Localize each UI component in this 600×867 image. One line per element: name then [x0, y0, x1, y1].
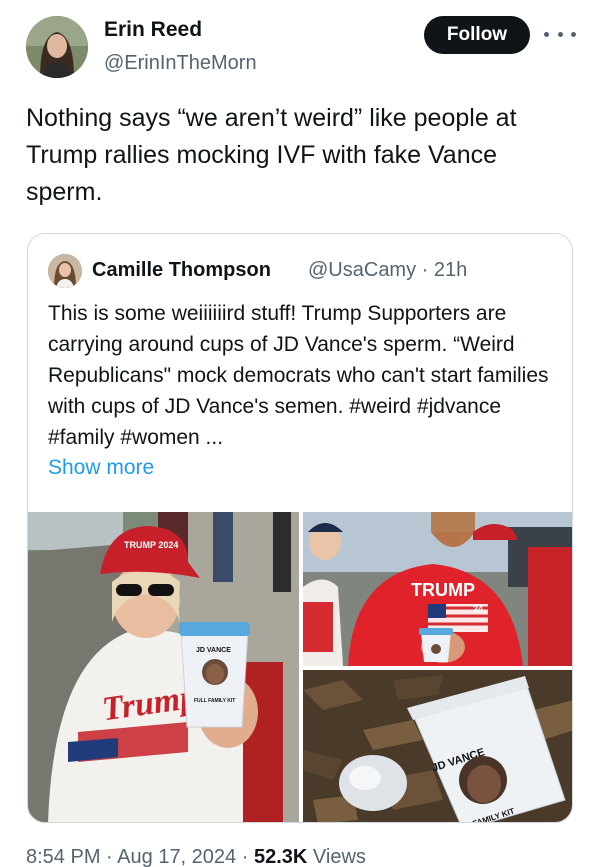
tweet-timestamp: 8:54 PM · Aug 17, 2024 · 52.3K Views — [26, 846, 366, 867]
cup-label: JD VANCE — [196, 647, 231, 654]
views-label: Views — [312, 846, 366, 867]
quoted-author-name[interactable]: Camille Thompson — [92, 259, 271, 282]
profile-photo-icon — [48, 254, 82, 288]
tweet-text: Nothing says “we aren’t weird” like peop… — [26, 104, 517, 206]
photo-3[interactable]: JD VANCE FAMILY KIT — [303, 670, 572, 822]
cup-on-mulch-photo: JD VANCE FAMILY KIT — [303, 670, 572, 822]
tweet-date[interactable]: Aug 17, 2024 — [117, 846, 236, 867]
photo-1[interactable]: Trump TRUMP 2024 JD VANCE FULL FAMILY KI… — [28, 512, 299, 822]
quoted-author-handle[interactable]: @UsaCamy — [308, 259, 416, 281]
follow-button[interactable]: Follow — [424, 16, 530, 54]
profile-photo-icon — [26, 16, 88, 78]
quoted-author-avatar[interactable] — [48, 254, 82, 288]
dot — [557, 31, 563, 37]
views-count: 52.3K — [253, 846, 308, 867]
hat-text: TRUMP 2024 — [124, 540, 178, 550]
shirt-text-large: TRUMP — [411, 580, 475, 600]
meta-separator: · — [241, 846, 249, 867]
rally-photo-man-trump-shirt: TRUMP 24 — [303, 512, 572, 666]
meta-separator: · — [106, 846, 113, 867]
tweet-time[interactable]: 8:54 PM — [26, 846, 100, 867]
quoted-author-meta: @UsaCamy · 21h — [308, 259, 467, 282]
more-options-icon[interactable] — [544, 24, 576, 44]
dot — [544, 31, 549, 37]
author-handle[interactable]: @ErinInTheMorn — [104, 52, 257, 75]
photo-grid: Trump TRUMP 2024 JD VANCE FULL FAMILY KI… — [28, 512, 572, 822]
tweet-header: Erin Reed @ErinInTheMorn Follow — [26, 14, 578, 80]
author-avatar[interactable] — [26, 16, 88, 78]
quoted-time[interactable]: 21h — [434, 259, 467, 281]
rally-photo-woman-with-cup: Trump TRUMP 2024 JD VANCE FULL FAMILY KI… — [28, 512, 299, 822]
author-name[interactable]: Erin Reed — [104, 18, 202, 42]
dot — [571, 31, 576, 37]
meta-separator: · — [421, 259, 429, 281]
photo-2[interactable]: TRUMP 24 — [303, 512, 572, 666]
show-more-link[interactable]: Show more — [48, 456, 154, 480]
quoted-text: This is some weiiiiiird stuff! Trump Sup… — [48, 302, 549, 449]
cup-sub-label: FULL FAMILY KIT — [194, 698, 235, 704]
shirt-number: 24 — [473, 604, 483, 614]
quoted-tweet[interactable]: Camille Thompson @UsaCamy · 21h This is … — [27, 233, 573, 823]
